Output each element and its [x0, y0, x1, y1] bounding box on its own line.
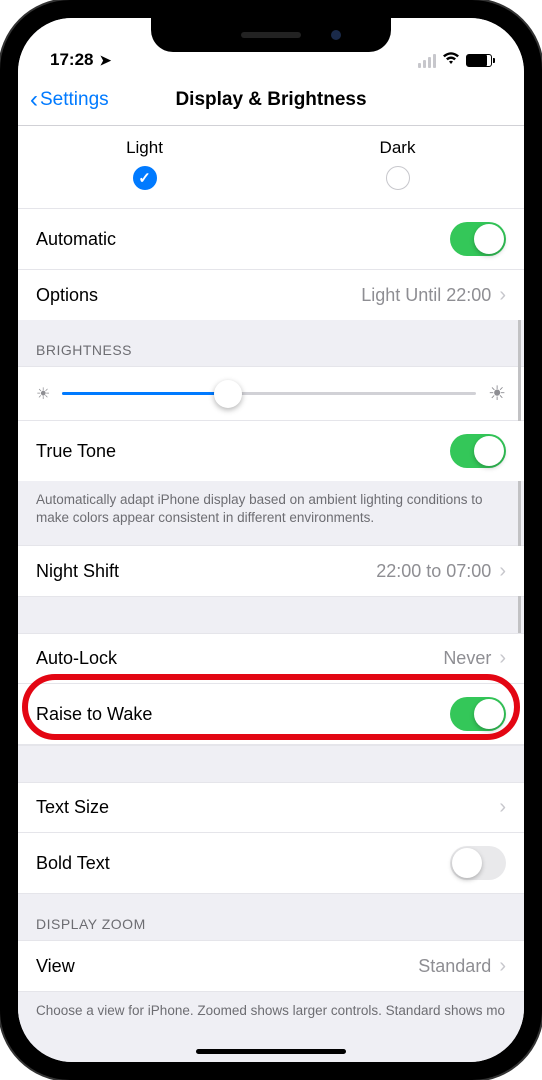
true-tone-label: True Tone	[36, 441, 116, 462]
radio-checked-icon	[133, 166, 157, 190]
display-zoom-footer: Choose a view for iPhone. Zoomed shows l…	[18, 992, 524, 1038]
appearance-dark-option[interactable]: Dark	[271, 138, 524, 190]
options-label: Options	[36, 285, 98, 306]
automatic-label: Automatic	[36, 229, 116, 250]
night-shift-label: Night Shift	[36, 561, 119, 582]
true-tone-footer: Automatically adapt iPhone display based…	[18, 481, 524, 545]
chevron-right-icon: ›	[499, 284, 506, 307]
brightness-slider[interactable]	[62, 392, 476, 395]
radio-unchecked-icon	[386, 166, 410, 190]
back-label: Settings	[40, 89, 109, 111]
chevron-left-icon: ‹	[30, 88, 38, 112]
page-title: Display & Brightness	[175, 89, 366, 111]
night-shift-value: 22:00 to 07:00	[376, 561, 491, 582]
true-tone-row: True Tone	[18, 421, 524, 481]
automatic-toggle[interactable]	[450, 222, 506, 256]
sun-large-icon: ☀︎	[488, 381, 506, 406]
home-indicator[interactable]	[196, 1049, 346, 1054]
back-button[interactable]: ‹ Settings	[30, 88, 109, 112]
nav-bar: ‹ Settings Display & Brightness	[18, 74, 524, 126]
bold-text-row: Bold Text	[18, 833, 524, 893]
chevron-right-icon: ›	[499, 955, 506, 978]
display-zoom-header: DISPLAY ZOOM	[18, 894, 524, 940]
battery-icon	[466, 54, 492, 67]
wifi-icon	[442, 51, 460, 70]
cellular-icon	[418, 54, 436, 68]
raise-to-wake-label: Raise to Wake	[36, 704, 152, 725]
view-row[interactable]: View Standard ›	[18, 941, 524, 991]
automatic-row: Automatic	[18, 209, 524, 270]
appearance-light-label: Light	[18, 138, 271, 158]
text-size-label: Text Size	[36, 797, 109, 818]
brightness-header: BRIGHTNESS	[18, 320, 524, 366]
auto-lock-value: Never	[443, 648, 491, 669]
auto-lock-row[interactable]: Auto-Lock Never ›	[18, 634, 524, 684]
options-row[interactable]: Options Light Until 22:00 ›	[18, 270, 524, 320]
chevron-right-icon: ›	[499, 796, 506, 819]
scroll-indicator	[518, 296, 521, 676]
location-icon: ➤	[99, 52, 111, 69]
raise-to-wake-row: Raise to Wake	[18, 684, 524, 745]
auto-lock-label: Auto-Lock	[36, 648, 117, 669]
options-value: Light Until 22:00	[361, 285, 491, 306]
raise-to-wake-toggle[interactable]	[450, 697, 506, 731]
appearance-light-option[interactable]: Light	[18, 138, 271, 190]
true-tone-toggle[interactable]	[450, 434, 506, 468]
view-value: Standard	[418, 956, 491, 977]
view-label: View	[36, 956, 75, 977]
night-shift-row[interactable]: Night Shift 22:00 to 07:00 ›	[18, 546, 524, 596]
chevron-right-icon: ›	[499, 560, 506, 583]
appearance-dark-label: Dark	[271, 138, 524, 158]
text-size-row[interactable]: Text Size ›	[18, 783, 524, 833]
status-time: 17:28	[50, 50, 93, 70]
sun-small-icon: ☀︎	[36, 384, 50, 404]
bold-text-toggle[interactable]	[450, 846, 506, 880]
brightness-slider-row: ☀︎ ☀︎	[18, 367, 524, 421]
chevron-right-icon: ›	[499, 647, 506, 670]
bold-text-label: Bold Text	[36, 853, 110, 874]
